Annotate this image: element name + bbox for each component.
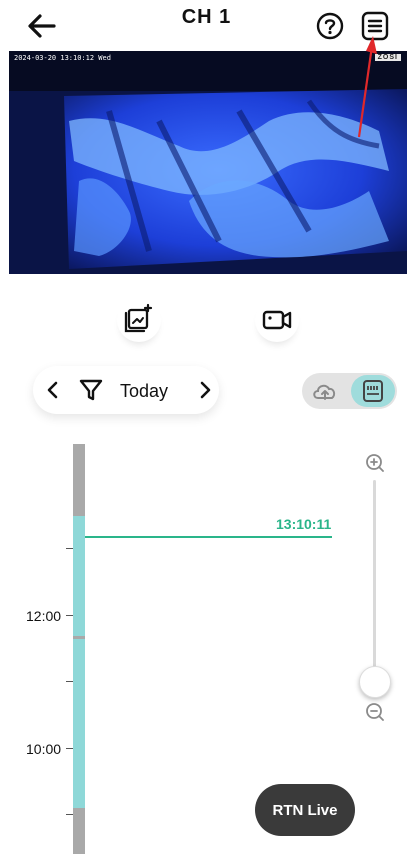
page-title: CH 1 — [181, 6, 232, 28]
timeline-label-10: 10:00 — [26, 741, 62, 757]
osd-timestamp: 2024-03-20 13:10:12 Wed — [14, 54, 111, 62]
timeline-tick — [66, 681, 73, 682]
date-navigator: Today — [33, 366, 219, 414]
zoom-out-icon[interactable] — [365, 702, 385, 722]
sd-card-icon — [363, 380, 383, 402]
current-time-indicator — [85, 536, 332, 538]
zoom-slider-handle[interactable] — [359, 666, 391, 698]
filter-icon[interactable] — [78, 377, 104, 403]
zoom-in-icon[interactable] — [365, 453, 385, 473]
playback-timeline[interactable]: 12:00 10:00 13:10:11 — [0, 444, 413, 854]
timeline-tick — [66, 814, 73, 815]
current-time-label: 13:10:11 — [276, 516, 332, 532]
question-circle-icon[interactable] — [316, 12, 344, 40]
storage-source-toggle — [302, 373, 397, 409]
zoom-slider-track[interactable] — [373, 480, 376, 678]
timeline-tick — [66, 748, 73, 749]
sd-card-option[interactable] — [351, 375, 395, 407]
video-record-icon — [262, 310, 292, 330]
timeline-tick — [66, 548, 73, 549]
chevron-right-icon[interactable] — [195, 380, 215, 400]
annotation-arrow-icon — [357, 36, 377, 138]
camera-live-view[interactable]: 2024-03-20 13:10:12 Wed ZOSI — [9, 51, 407, 274]
date-label[interactable]: Today — [120, 381, 168, 402]
chevron-left-icon[interactable] — [43, 380, 63, 400]
snapshot-icon — [124, 303, 153, 333]
snapshot-button[interactable] — [117, 298, 161, 342]
cloud-upload-icon[interactable] — [310, 378, 340, 404]
recording-segment[interactable] — [73, 516, 85, 808]
return-live-button[interactable]: RTN Live — [255, 784, 355, 836]
record-button[interactable] — [255, 298, 299, 342]
camera-frame-image — [9, 51, 407, 274]
timeline-label-12: 12:00 — [26, 608, 62, 624]
timeline-tick — [66, 615, 73, 616]
segment-divider — [73, 636, 85, 639]
